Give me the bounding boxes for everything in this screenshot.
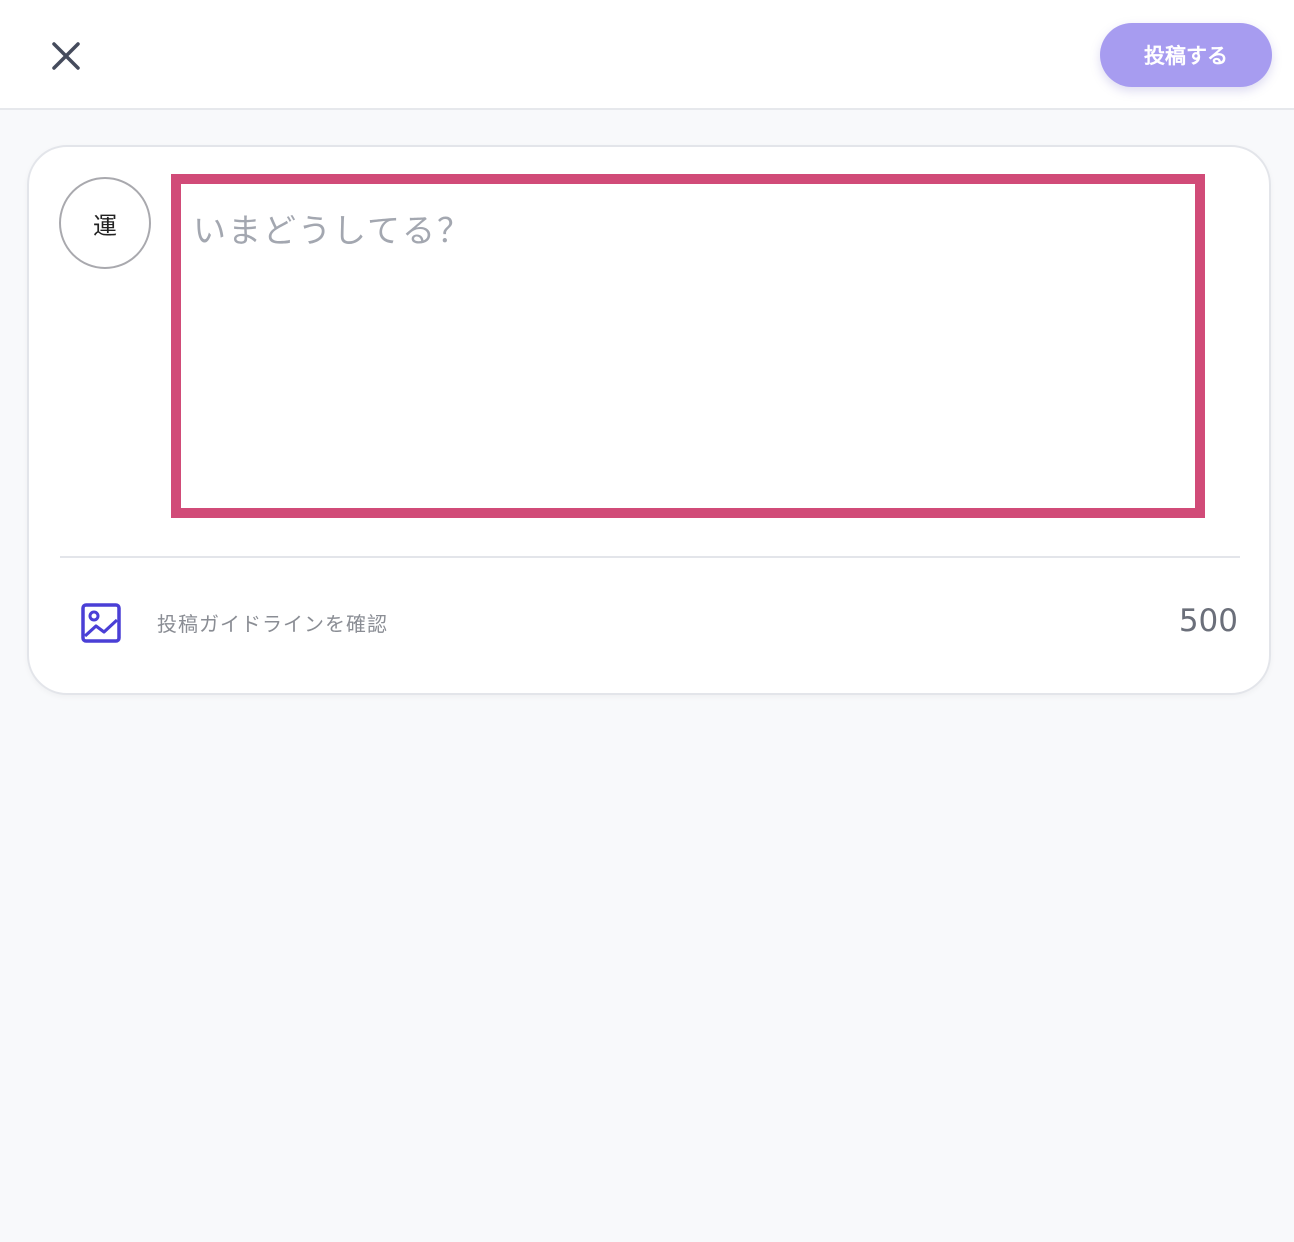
compose-input[interactable] <box>181 184 1195 508</box>
image-icon <box>81 603 121 643</box>
close-button[interactable] <box>44 34 88 78</box>
compose-card: 運 投稿ガイドラインを確認 500 <box>27 145 1271 695</box>
compose-area <box>171 174 1205 518</box>
character-count: 500 <box>1178 603 1238 639</box>
close-icon <box>52 42 80 70</box>
guideline-link[interactable]: 投稿ガイドラインを確認 <box>157 608 388 637</box>
avatar-initial: 運 <box>93 211 117 240</box>
top-bar: 投稿する <box>0 0 1294 110</box>
add-image-button[interactable] <box>77 599 125 647</box>
post-button[interactable]: 投稿する <box>1100 23 1272 87</box>
avatar: 運 <box>59 177 151 269</box>
divider <box>60 556 1240 558</box>
